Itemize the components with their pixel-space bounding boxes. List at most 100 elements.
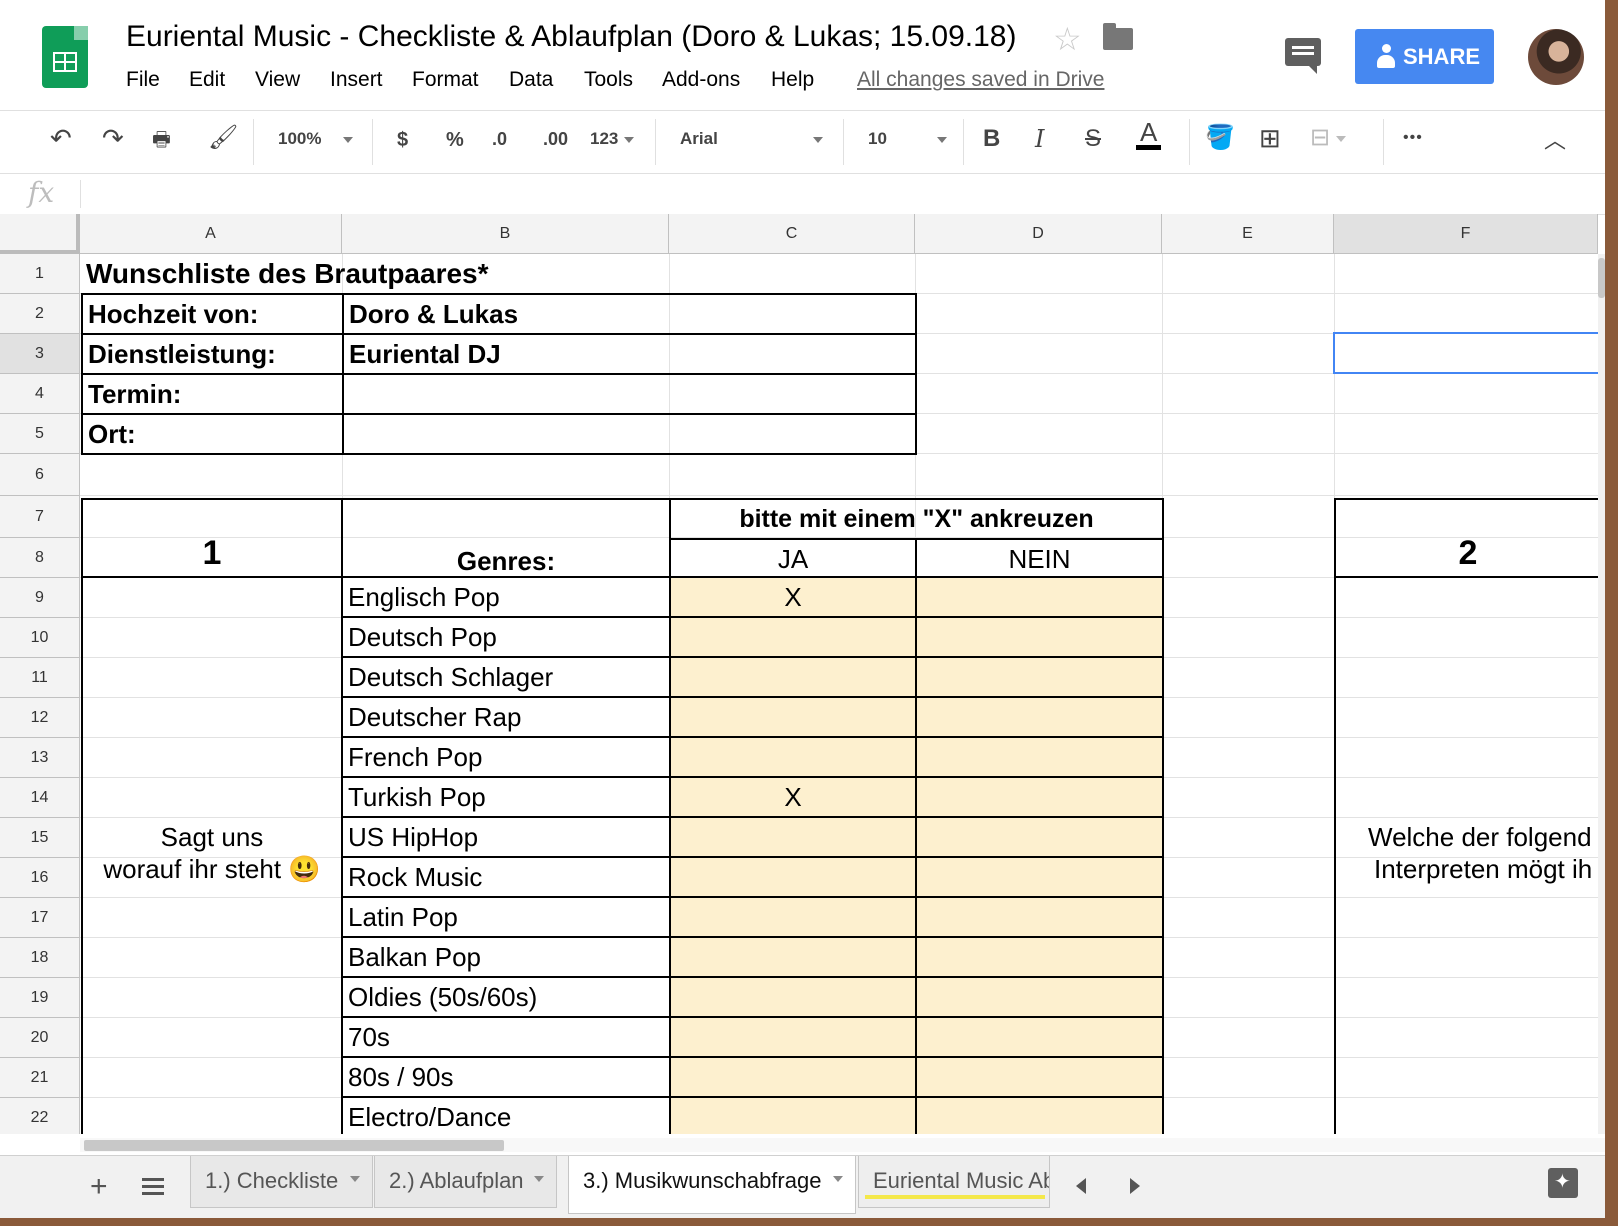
genre-ja-cell[interactable] [669, 616, 917, 658]
genre-nein-cell[interactable] [915, 936, 1164, 978]
print-icon[interactable]: 🖶 [152, 125, 171, 159]
share-button[interactable]: SHARE [1355, 29, 1494, 84]
sheet-title[interactable]: Wunschliste des Brautpaares* [86, 254, 489, 294]
menu-file[interactable]: File [126, 68, 160, 92]
row-header[interactable]: 4 [0, 374, 80, 414]
tab-ablaufplan[interactable]: 2.) Ablaufplan [374, 1156, 557, 1208]
genre-ja-cell[interactable] [669, 696, 917, 738]
section-1-description-cell[interactable]: Sagt uns worauf ihr steht 😃 [81, 576, 343, 1134]
tab-checkliste[interactable]: 1.) Checkliste [190, 1156, 373, 1208]
column-header-f[interactable]: F [1334, 214, 1598, 254]
text-color-button[interactable]: A [1136, 119, 1162, 150]
row-header[interactable]: 8 [0, 538, 80, 578]
row-header[interactable]: 1 [0, 254, 80, 294]
genre-nein-cell[interactable] [915, 776, 1164, 818]
document-title[interactable]: Euriental Music - Checkliste & Ablaufpla… [126, 20, 1016, 54]
column-header-b[interactable]: B [342, 214, 669, 254]
add-sheet-icon[interactable]: + [90, 1170, 108, 1204]
genre-nein-cell[interactable] [915, 896, 1164, 938]
horizontal-scroll-thumb[interactable] [84, 1140, 504, 1151]
row-header[interactable]: 19 [0, 978, 80, 1018]
merge-cells-icon[interactable]: ⊟ [1310, 123, 1347, 152]
row-header[interactable]: 18 [0, 938, 80, 978]
genre-name-cell[interactable]: Electro/Dance [341, 1096, 671, 1134]
genre-name-cell[interactable]: Balkan Pop [341, 936, 671, 978]
genre-ja-cell[interactable] [669, 736, 917, 778]
row-header[interactable]: 3 [0, 334, 80, 374]
fill-color-icon[interactable]: 🪣 [1205, 123, 1235, 152]
genre-name-cell[interactable]: US HipHop [341, 816, 671, 858]
undo-icon[interactable]: ↶ [50, 123, 72, 154]
genre-nein-cell[interactable] [915, 736, 1164, 778]
menu-view[interactable]: View [255, 68, 300, 92]
genre-name-cell[interactable]: Englisch Pop [341, 576, 671, 618]
row-header[interactable]: 17 [0, 898, 80, 938]
selected-cell-f3[interactable] [1333, 332, 1598, 374]
info-value-cell[interactable]: Doro & Lukas [342, 293, 917, 335]
genre-name-cell[interactable]: 70s [341, 1016, 671, 1058]
genre-ja-cell[interactable] [669, 1056, 917, 1098]
genre-name-cell[interactable]: Deutsch Schlager [341, 656, 671, 698]
info-value-cell[interactable] [342, 373, 917, 415]
more-formats-button[interactable]: 123 [590, 129, 635, 149]
vertical-scrollbar[interactable] [1598, 254, 1605, 1134]
column-header-d[interactable]: D [915, 214, 1162, 254]
bold-button[interactable]: B [983, 125, 1000, 153]
font-select[interactable]: Arial [680, 129, 823, 149]
row-header[interactable]: 15 [0, 818, 80, 858]
redo-icon[interactable]: ↷ [102, 123, 124, 154]
scroll-tabs-right-icon[interactable] [1130, 1178, 1140, 1194]
increase-decimals-button[interactable]: .00 [543, 129, 568, 150]
genre-ja-cell[interactable] [669, 976, 917, 1018]
borders-icon[interactable]: ⊞ [1259, 123, 1281, 154]
row-header[interactable]: 5 [0, 414, 80, 454]
menu-insert[interactable]: Insert [330, 68, 383, 92]
menu-tools[interactable]: Tools [584, 68, 633, 92]
genre-name-cell[interactable]: Deutscher Rap [341, 696, 671, 738]
genre-ja-cell[interactable] [669, 816, 917, 858]
nein-header-cell[interactable]: NEIN [915, 538, 1164, 578]
menu-addons[interactable]: Add-ons [662, 68, 740, 92]
column-header-a[interactable]: A [80, 214, 342, 254]
row-header[interactable]: 16 [0, 858, 80, 898]
font-size-select[interactable]: 10 [868, 129, 947, 149]
select-all-corner[interactable] [0, 214, 80, 254]
genre-ja-cell[interactable] [669, 1096, 917, 1134]
genre-nein-cell[interactable] [915, 696, 1164, 738]
row-header[interactable]: 7 [0, 496, 80, 538]
menu-edit[interactable]: Edit [189, 68, 225, 92]
genre-nein-cell[interactable] [915, 576, 1164, 618]
row-header[interactable]: 11 [0, 658, 80, 698]
genre-nein-cell[interactable] [915, 1016, 1164, 1058]
genre-name-cell[interactable]: Rock Music [341, 856, 671, 898]
save-status-link[interactable]: All changes saved in Drive [857, 68, 1104, 92]
genre-ja-cell[interactable] [669, 896, 917, 938]
info-value-cell[interactable] [342, 413, 917, 455]
genre-ja-cell[interactable] [669, 936, 917, 978]
row-header[interactable]: 13 [0, 738, 80, 778]
column-header-c[interactable]: C [669, 214, 915, 254]
genre-ja-cell[interactable] [669, 656, 917, 698]
vertical-scroll-thumb[interactable] [1598, 258, 1605, 298]
genre-ja-cell[interactable]: X [669, 776, 917, 818]
genre-nein-cell[interactable] [915, 856, 1164, 898]
tab-musikwunschabfrage[interactable]: 3.) Musikwunschabfrage [568, 1156, 856, 1214]
spreadsheet-grid[interactable]: A B C D E F 1 2 3 4 5 6 7 8 9 10 11 12 13 14 15 16 17 18 1… [0, 214, 1598, 1134]
section-2-description-cell[interactable]: Welche der folgend Interpreten mögt ih [1334, 576, 1598, 1134]
info-label-cell[interactable]: Dienstleistung: [81, 333, 344, 375]
tab-euriental-music[interactable]: Euriental Music Ab [858, 1156, 1050, 1208]
info-label-cell[interactable]: Hochzeit von: [81, 293, 344, 335]
column-header-e[interactable]: E [1162, 214, 1334, 254]
genre-ja-cell[interactable]: X [669, 576, 917, 618]
genre-nein-cell[interactable] [915, 816, 1164, 858]
folder-icon[interactable] [1103, 23, 1133, 50]
currency-format-button[interactable]: $ [397, 129, 408, 152]
collapse-chevron-icon[interactable]: ︿ [1544, 123, 1566, 155]
genre-nein-cell[interactable] [915, 1096, 1164, 1134]
genre-nein-cell[interactable] [915, 616, 1164, 658]
info-value-cell[interactable]: Euriental DJ [342, 333, 917, 375]
genres-header-cell[interactable]: Genres: [341, 498, 671, 578]
menu-help[interactable]: Help [771, 68, 814, 92]
section-1-number-cell[interactable]: 1 [81, 498, 343, 578]
genre-ja-cell[interactable] [669, 856, 917, 898]
